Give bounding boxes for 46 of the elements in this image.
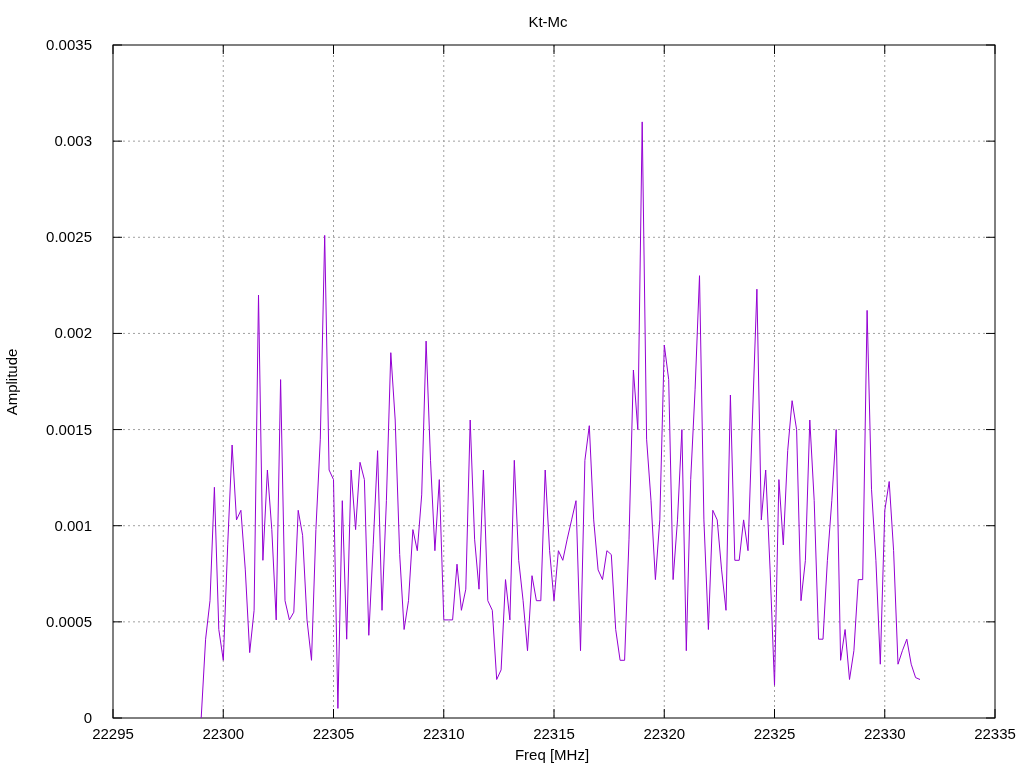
tick-label: 0.0025 (46, 228, 92, 246)
tick-mark (333, 708, 334, 719)
tick-mark (443, 708, 445, 719)
tick-mark (985, 236, 996, 238)
tick-mark (884, 708, 886, 719)
tick-label: 0.002 (54, 324, 92, 342)
tick-mark (985, 525, 996, 527)
axis-title: Freq [MHz] (514, 746, 590, 763)
tick-mark (985, 140, 996, 142)
tick-mark (222, 44, 224, 55)
tick-mark (112, 140, 123, 142)
tick-label: 22310 (422, 725, 465, 742)
tick-mark (553, 44, 555, 55)
tick-mark (112, 332, 123, 334)
tick-mark (985, 332, 996, 334)
tick-label: 0.0005 (46, 612, 92, 630)
tick-mark (663, 44, 665, 55)
tick-mark (112, 525, 123, 527)
tick-label: 22335 (974, 725, 1016, 742)
tick-mark (112, 236, 123, 238)
tick-mark (663, 708, 665, 719)
tick-mark (112, 429, 123, 431)
tick-label: 0.001 (54, 516, 92, 534)
tick-mark (985, 429, 996, 431)
tick-label: 22320 (643, 725, 686, 742)
tick-label: 0.0015 (46, 420, 92, 438)
tick-mark (774, 44, 775, 55)
tick-label: 22300 (202, 725, 245, 742)
tick-mark (985, 621, 996, 623)
chart-title: Kt-Mc (528, 13, 568, 30)
axis-title: Amplitude (3, 348, 20, 416)
tick-mark (112, 621, 123, 623)
tick-label: 22305 (312, 725, 355, 742)
tick-label: 22330 (863, 725, 906, 742)
tick-label: 0.0035 (46, 36, 92, 53)
tick-label: 22325 (753, 725, 796, 742)
tick-mark (774, 708, 775, 719)
tick-mark (333, 44, 334, 55)
tick-mark (443, 44, 445, 55)
tick-mark (884, 44, 886, 55)
tick-label: 22295 (92, 725, 134, 742)
tick-mark (222, 708, 224, 719)
tick-label: 22315 (533, 725, 575, 742)
tick-mark (553, 708, 555, 719)
tick-label: 0.003 (54, 132, 92, 150)
tick-label: 0 (83, 709, 92, 726)
